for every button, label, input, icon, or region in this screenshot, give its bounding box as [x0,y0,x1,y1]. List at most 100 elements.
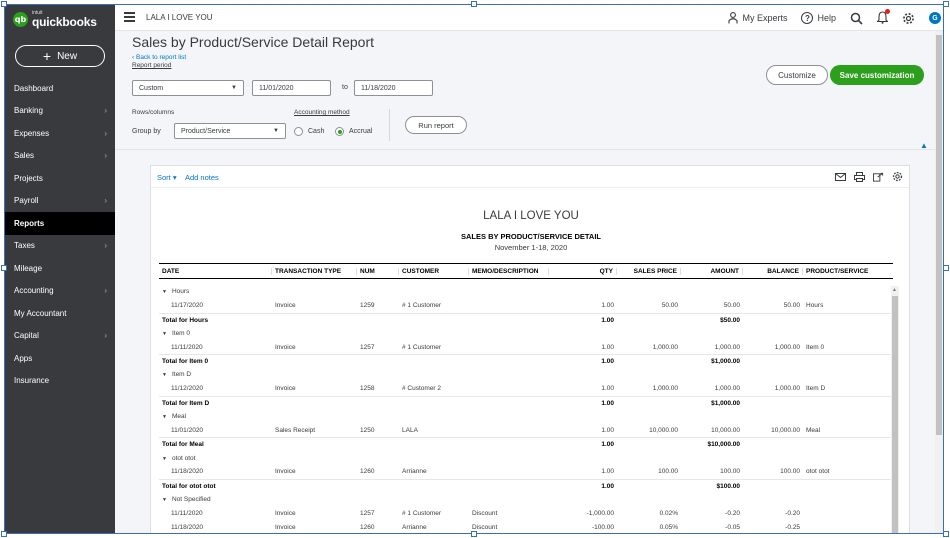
divider [389,109,390,141]
back-to-report-list-link[interactable]: ‹ Back to report list [132,54,186,61]
table-cell: Arrianne [402,468,427,476]
table-cell[interactable]: 1,000.00 [681,344,743,351]
table-cell[interactable]: Invoice [272,524,357,531]
table-cell[interactable]: Invoice [272,385,357,392]
cash-radio-indicator [294,127,303,136]
column-header[interactable]: TRANSACTION TYPE [272,267,357,275]
chevron-right-icon: › [104,128,107,138]
sort-dropdown[interactable]: Sort ▾ [157,173,177,182]
collapse-group-icon[interactable]: ▼ [162,414,167,420]
sidebar-item-insurance[interactable]: Insurance [5,370,115,393]
sidebar-item-expenses[interactable]: Expenses › [5,122,115,145]
page-scrollbar[interactable] [935,31,943,533]
total-amount[interactable]: $50.00 [681,317,743,324]
table-row: 11/01/2020 Sales Receipt 1250 LALA 1.00 10,00… [159,423,893,437]
run-report-button[interactable]: Run report [405,116,467,134]
column-header[interactable]: DATE [159,267,272,275]
search-icon[interactable] [850,12,863,25]
sidebar-item-banking[interactable]: Banking › [5,100,115,123]
column-header[interactable]: MEMO/DESCRIPTION [469,267,549,275]
total-amount[interactable]: $10,000.00 [681,441,743,448]
sidebar-item-apps[interactable]: Apps [5,347,115,370]
column-header[interactable]: CUSTOMER [399,267,469,275]
group-by-select[interactable]: Product/Service ▼ [174,123,286,139]
table-header: DATE TRANSACTION TYPE NUM CUSTOMER MEMO/DESC… [159,263,893,279]
column-header[interactable]: SALES PRICE [617,267,681,275]
sidebar-item-reports[interactable]: Reports [5,212,115,235]
resize-handle[interactable] [471,1,477,7]
column-header[interactable]: BALANCE [743,267,803,275]
total-amount[interactable]: $100.00 [681,483,743,490]
column-header[interactable]: NUM [357,267,399,275]
total-amount[interactable]: $1,000.00 [681,400,743,407]
table-cell[interactable]: Invoice [272,510,357,517]
sidebar-item-payroll[interactable]: Payroll › [5,190,115,213]
report-title: SALES BY PRODUCT/SERVICE DETAIL [460,232,602,241]
notifications-button[interactable] [876,8,890,26]
cash-radio[interactable]: Cash [294,127,324,136]
column-header[interactable]: AMOUNT [681,267,743,275]
sidebar-item-dashboard[interactable]: Dashboard [5,77,115,100]
group-header-row: ▼ Hours [159,285,893,299]
table-cell: 1257 [360,343,375,351]
scrollbar-thumb[interactable] [936,35,942,435]
table-cell[interactable]: -0.05 [681,524,743,531]
column-header[interactable]: PRODUCT/SERVICE [803,268,893,275]
help-button[interactable]: ? Help [801,12,836,24]
table-cell[interactable]: 100.00 [681,468,743,475]
scroll-up-icon[interactable]: ▲ [892,287,897,293]
quickbooks-logo[interactable]: qb intuit quickbooks [13,11,97,28]
column-header[interactable]: QTY [549,267,617,275]
table-cell[interactable]: 1,000.00 [681,385,743,392]
hamburger-menu-icon[interactable] [124,12,135,24]
resize-handle[interactable] [471,531,477,537]
export-icon[interactable] [873,171,884,182]
collapse-group-icon[interactable]: ▼ [162,456,167,462]
add-notes-link[interactable]: Add notes [185,173,219,182]
resize-handle[interactable] [943,1,949,7]
resize-handle[interactable] [1,265,7,271]
sidebar-item-taxes[interactable]: Taxes › [5,235,115,258]
collapse-group-icon[interactable]: ▼ [162,372,167,378]
resize-handle[interactable] [943,265,949,271]
table-cell[interactable]: 10,000.00 [681,427,743,434]
sidebar-item-projects[interactable]: Projects [5,167,115,190]
table-cell[interactable]: Invoice [272,468,357,475]
gear-icon[interactable] [902,12,915,25]
resize-handle[interactable] [943,531,949,537]
accrual-radio[interactable]: Accrual [335,127,372,136]
email-icon[interactable] [835,171,846,182]
new-button[interactable]: + New [15,45,105,67]
sidebar-item-sales[interactable]: Sales › [5,145,115,168]
end-date-input[interactable]: 11/18/2020 [354,80,433,96]
sidebar-item-capital[interactable]: Capital › [5,325,115,348]
cash-radio-label: Cash [308,128,325,135]
start-date-input[interactable]: 11/01/2020 [252,80,331,96]
report-date-range: November 1-18, 2020 [494,243,568,252]
print-icon[interactable] [854,171,865,182]
plus-icon: + [42,48,52,64]
table-cell[interactable]: -0.20 [681,510,743,517]
report-scrollbar[interactable]: ▲ [891,286,899,533]
resize-handle[interactable] [1,531,7,537]
table-cell[interactable]: Sales Receipt [272,427,357,434]
collapse-group-icon[interactable]: ▼ [162,289,167,295]
total-amount[interactable]: $1,000.00 [681,358,743,365]
resize-handle[interactable] [1,1,7,7]
report-period-select[interactable]: Custom ▼ [132,80,244,96]
table-cell[interactable]: Invoice [272,302,357,309]
avatar[interactable]: G [929,12,941,24]
table-cell[interactable]: 50.00 [681,302,743,309]
sidebar-item-accounting[interactable]: Accounting › [5,280,115,303]
save-customization-button[interactable]: Save customization [830,65,924,85]
sidebar-item-my-accountant[interactable]: My Accountant [5,302,115,325]
customize-button[interactable]: Customize [766,65,828,85]
sidebar-item-mileage[interactable]: Mileage [5,257,115,280]
table-cell[interactable]: Invoice [272,344,357,351]
my-experts-button[interactable]: My Experts [728,12,787,24]
group-label: otot otot [171,454,196,462]
report-settings-gear-icon[interactable] [892,171,903,182]
collapse-group-icon[interactable]: ▼ [162,331,167,337]
collapse-group-icon[interactable]: ▼ [162,497,167,503]
scrollbar-thumb[interactable] [892,296,898,533]
